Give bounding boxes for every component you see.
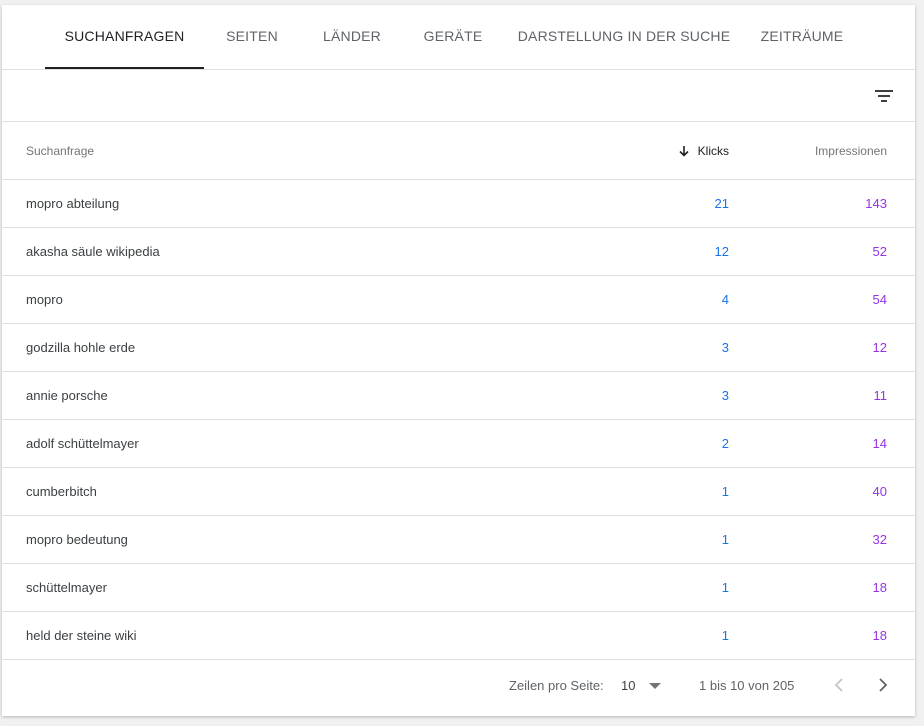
pagination-range: 1 bis 10 von 205 bbox=[699, 678, 795, 693]
table-row[interactable]: held der steine wiki 1 18 bbox=[2, 612, 915, 660]
clicks-cell: 1 bbox=[721, 580, 729, 595]
column-header-query[interactable]: Suchanfrage bbox=[26, 122, 94, 179]
pagination-bar: Zeilen pro Seite: 10 1 bis 10 von 205 bbox=[2, 659, 915, 716]
clicks-cell: 1 bbox=[721, 484, 729, 499]
chevron-right-icon[interactable] bbox=[870, 673, 894, 697]
clicks-cell: 12 bbox=[714, 244, 729, 259]
table-row[interactable]: mopro abteilung 21 143 bbox=[2, 180, 915, 228]
table-row[interactable]: schüttelmayer 1 18 bbox=[2, 564, 915, 612]
table-row[interactable]: adolf schüttelmayer 2 14 bbox=[2, 420, 915, 468]
clicks-cell: 21 bbox=[714, 196, 729, 211]
clicks-cell: 3 bbox=[721, 340, 729, 355]
query-cell: cumberbitch bbox=[26, 484, 97, 499]
table-header-row: Suchanfrage Klicks Impressionen bbox=[2, 122, 915, 180]
impressions-cell: 18 bbox=[872, 580, 887, 595]
query-cell: godzilla hohle erde bbox=[26, 340, 136, 355]
clicks-cell: 1 bbox=[721, 532, 729, 547]
query-cell: schüttelmayer bbox=[26, 580, 107, 595]
chevron-down-icon[interactable] bbox=[649, 683, 661, 689]
filter-list-icon[interactable] bbox=[871, 83, 897, 109]
table-row[interactable]: akasha säule wikipedia 12 52 bbox=[2, 228, 915, 276]
rows-per-page-select[interactable]: 10 bbox=[621, 678, 635, 693]
tab-zeitraeume[interactable]: ZEITRÄUME bbox=[754, 5, 850, 69]
performance-table-card: SUCHANFRAGEN SEITEN LÄNDER GERÄTE DARSTE… bbox=[2, 5, 915, 716]
clicks-cell: 4 bbox=[721, 292, 729, 307]
impressions-cell: 14 bbox=[872, 436, 887, 451]
chevron-left-icon[interactable] bbox=[828, 673, 852, 697]
impressions-cell: 11 bbox=[873, 388, 888, 403]
tab-darstellung[interactable]: DARSTELLUNG IN DER SUCHE bbox=[514, 5, 734, 69]
impressions-cell: 18 bbox=[872, 628, 887, 643]
column-header-clicks[interactable]: Klicks bbox=[678, 122, 729, 179]
query-cell: annie porsche bbox=[26, 388, 108, 403]
impressions-cell: 12 bbox=[872, 340, 887, 355]
table-toolbar bbox=[2, 70, 915, 122]
table-row[interactable]: mopro 4 54 bbox=[2, 276, 915, 324]
impressions-cell: 52 bbox=[872, 244, 887, 259]
table-row[interactable]: annie porsche 3 11 bbox=[2, 372, 915, 420]
table-row[interactable]: godzilla hohle erde 3 12 bbox=[2, 324, 915, 372]
clicks-cell: 2 bbox=[721, 436, 729, 451]
query-cell: mopro abteilung bbox=[26, 196, 120, 211]
column-header-clicks-label: Klicks bbox=[697, 143, 729, 158]
column-header-impressions[interactable]: Impressionen bbox=[815, 122, 887, 179]
arrow-down-icon bbox=[679, 145, 689, 157]
query-cell: mopro bedeutung bbox=[26, 532, 128, 547]
queries-table: Suchanfrage Klicks Impressionen mopro ab… bbox=[2, 122, 915, 660]
query-cell: held der steine wiki bbox=[26, 628, 137, 643]
impressions-cell: 32 bbox=[872, 532, 887, 547]
table-row[interactable]: mopro bedeutung 1 32 bbox=[2, 516, 915, 564]
tab-bar: SUCHANFRAGEN SEITEN LÄNDER GERÄTE DARSTE… bbox=[2, 5, 915, 70]
tab-seiten[interactable]: SEITEN bbox=[214, 5, 290, 69]
table-row[interactable]: cumberbitch 1 40 bbox=[2, 468, 915, 516]
clicks-cell: 1 bbox=[721, 628, 729, 643]
tab-suchanfragen[interactable]: SUCHANFRAGEN bbox=[45, 5, 204, 69]
tab-laender[interactable]: LÄNDER bbox=[312, 5, 392, 69]
query-cell: mopro bbox=[26, 292, 63, 307]
clicks-cell: 3 bbox=[721, 388, 729, 403]
impressions-cell: 40 bbox=[872, 484, 887, 499]
query-cell: akasha säule wikipedia bbox=[26, 244, 160, 259]
impressions-cell: 143 bbox=[865, 196, 887, 211]
tab-geraete[interactable]: GERÄTE bbox=[414, 5, 492, 69]
rows-per-page-label: Zeilen pro Seite: bbox=[509, 678, 604, 693]
query-cell: adolf schüttelmayer bbox=[26, 436, 139, 451]
impressions-cell: 54 bbox=[872, 292, 887, 307]
